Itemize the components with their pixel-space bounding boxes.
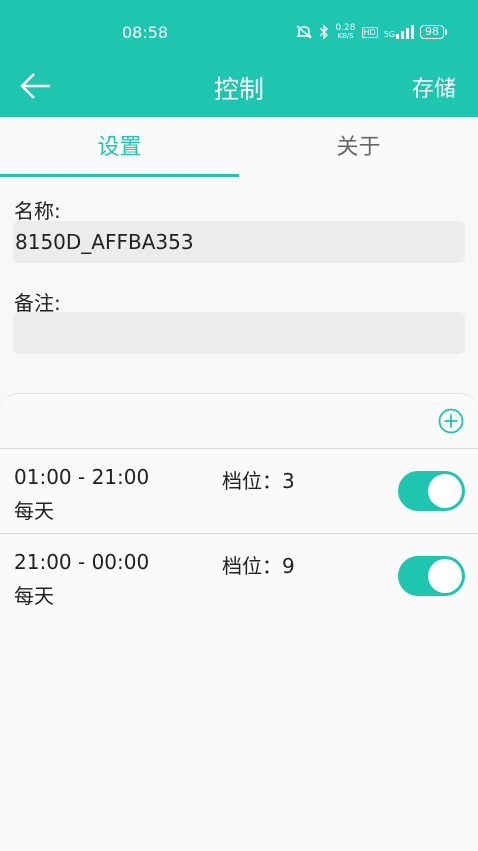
toggle-knob	[428, 559, 462, 593]
schedule-repeat: 每天	[14, 499, 54, 523]
battery-icon: 98	[420, 25, 447, 39]
schedule-row[interactable]: 01:00 - 21:00 每天 档位：3	[0, 448, 478, 533]
tab-bar: 设置 关于	[0, 117, 478, 179]
top-bar: 08:58 0.28 KB/S HD 5G 98 控制 存储	[0, 0, 478, 117]
mute-icon	[296, 25, 313, 39]
hd-badge: HD	[361, 26, 378, 38]
schedule-level: 档位：9	[222, 554, 295, 578]
schedule-repeat: 每天	[14, 584, 54, 608]
schedule-toggle[interactable]	[398, 471, 465, 511]
name-field[interactable]: 8150D_AFFBA353	[13, 221, 465, 263]
schedule-time: 01:00 - 21:00	[14, 465, 150, 489]
network-label: 5G	[383, 30, 395, 39]
bluetooth-icon	[319, 24, 329, 40]
schedule-toggle[interactable]	[398, 556, 465, 596]
schedule-time: 21:00 - 00:00	[14, 550, 150, 574]
status-time: 08:58	[122, 23, 169, 42]
name-label: 名称:	[14, 199, 61, 223]
toggle-knob	[428, 474, 462, 508]
network-speed: 0.28 KB/S	[335, 23, 356, 41]
save-button[interactable]: 存储	[412, 71, 456, 103]
note-field[interactable]	[13, 312, 465, 354]
page-title: 控制	[213, 75, 264, 104]
schedule-level: 档位：3	[222, 469, 295, 493]
schedule-row[interactable]: 21:00 - 00:00 每天 档位：9	[0, 533, 478, 618]
app-bar: 控制 存储	[0, 62, 478, 117]
schedule-card: 01:00 - 21:00 每天 档位：3 21:00 - 00:00 每天 档…	[0, 393, 478, 851]
tab-indicator	[0, 174, 239, 177]
speed-unit: KB/S	[337, 32, 354, 40]
status-bar: 08:58 0.28 KB/S HD 5G 98	[0, 0, 478, 62]
network-type: 5G	[384, 25, 414, 39]
speed-value: 0.28	[335, 23, 356, 33]
status-icons: 0.28 KB/S HD 5G 98	[295, 22, 447, 42]
tab-settings[interactable]: 设置	[0, 117, 239, 179]
signal-icon	[396, 25, 414, 39]
tab-about[interactable]: 关于	[239, 117, 478, 179]
add-circle-icon[interactable]	[438, 408, 464, 434]
